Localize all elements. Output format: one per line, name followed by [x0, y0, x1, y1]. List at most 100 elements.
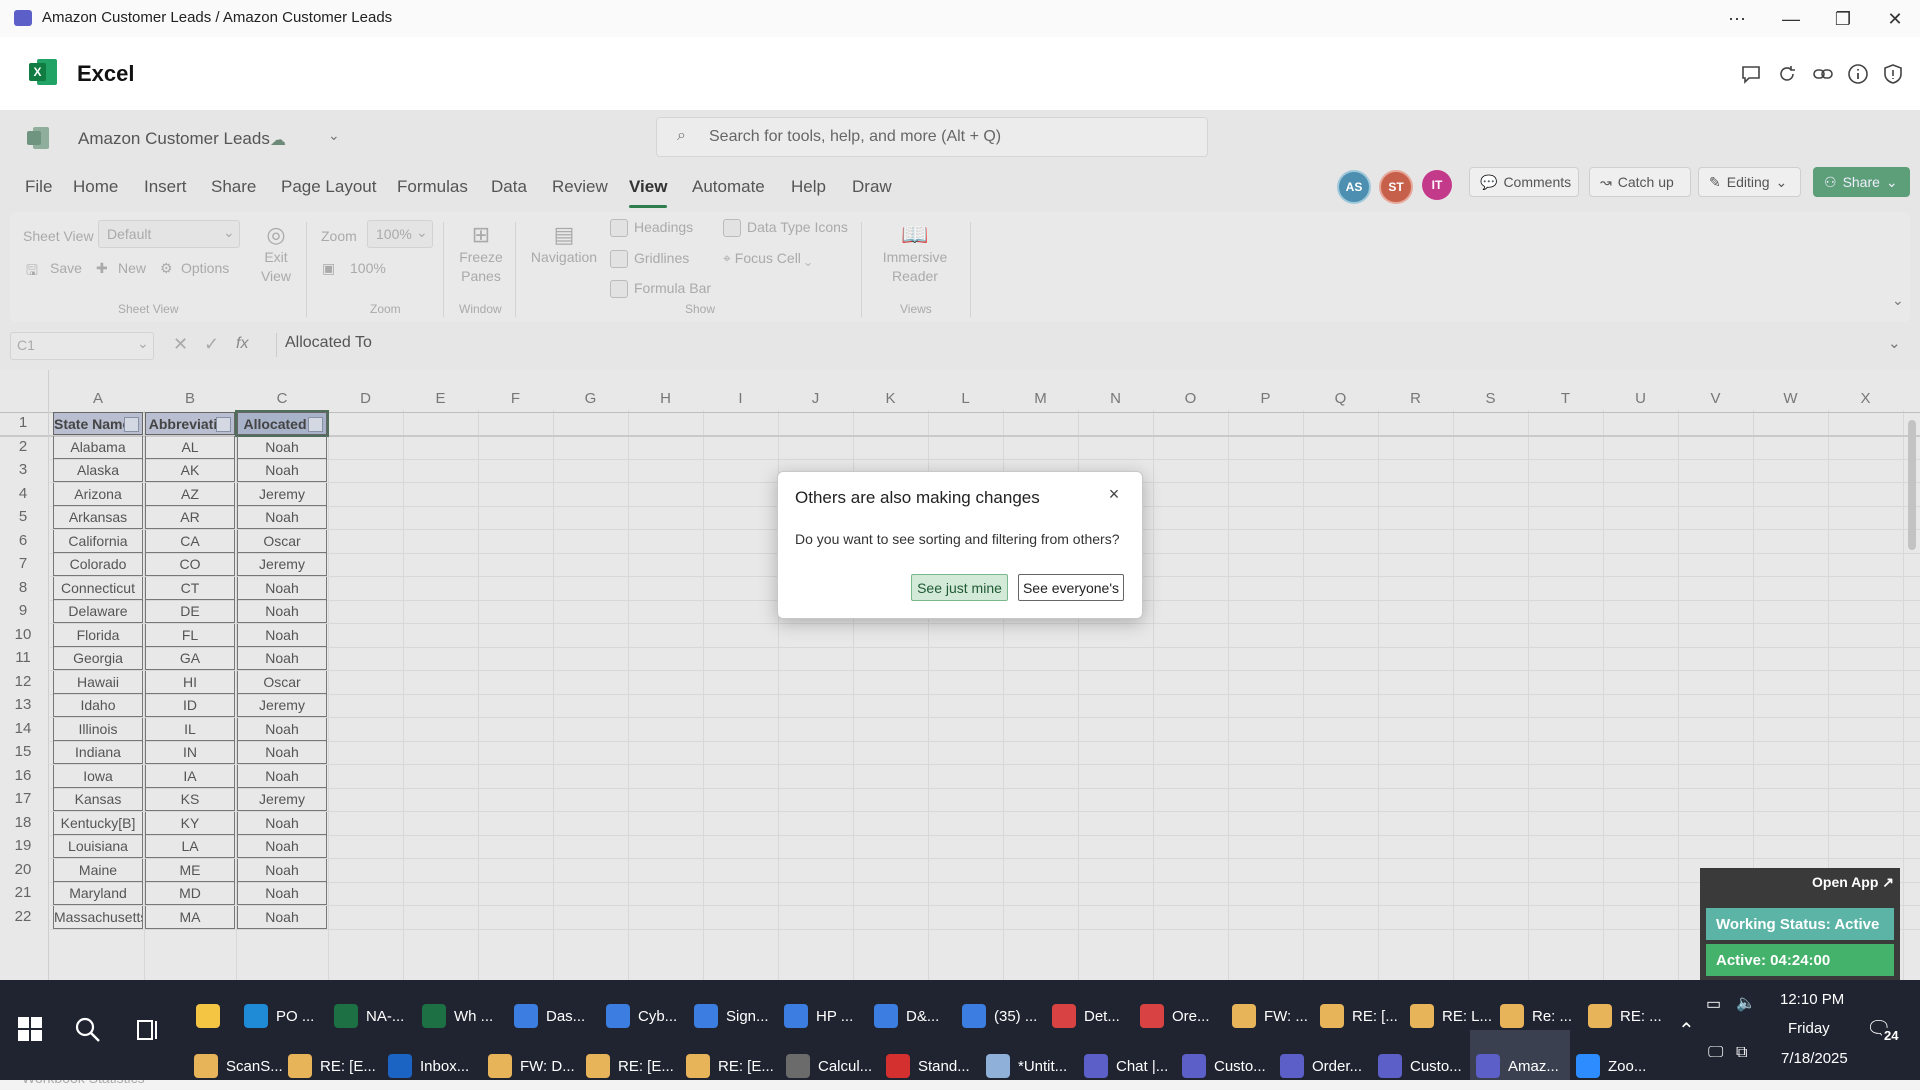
menu-automate[interactable]: Automate — [692, 177, 765, 197]
avatar[interactable]: AS — [1337, 170, 1371, 204]
volume-icon[interactable]: 🔈 — [1736, 993, 1756, 1013]
table-cell[interactable]: Noah — [237, 882, 327, 905]
row-header[interactable]: 16 — [0, 767, 46, 784]
taskbar-item[interactable] — [196, 996, 220, 1036]
gridlines-checkbox[interactable]: Gridlines — [610, 250, 689, 269]
row-header[interactable]: 14 — [0, 720, 46, 737]
table-cell[interactable]: Noah — [237, 459, 327, 482]
table-cell[interactable]: Alaska — [53, 459, 143, 482]
share-button[interactable]: ⚇ Share ⌄ — [1813, 167, 1910, 197]
clock-time[interactable]: 12:10 PM — [1780, 991, 1844, 1008]
taskbar-item[interactable]: Ore... — [1140, 996, 1210, 1036]
taskbar-item[interactable]: ScanS... — [194, 1046, 283, 1086]
column-header[interactable]: R — [1378, 390, 1453, 410]
taskbar-item[interactable]: Custo... — [1378, 1046, 1462, 1086]
row-header[interactable]: 13 — [0, 696, 46, 713]
catch-up-button[interactable]: ↝ Catch up — [1589, 167, 1691, 197]
table-cell[interactable]: Connecticut — [53, 576, 143, 600]
table-cell[interactable]: Illinois — [53, 717, 143, 741]
filter-dropdown-icon[interactable] — [216, 417, 231, 432]
focus-cell-button[interactable]: ⌖ Focus Cell ⌄ — [723, 250, 811, 267]
spreadsheet-grid[interactable]: ABCDEFGHIJKLMNOPQRSTUVWX 1 2 3 4 5 6 7 8 9 10 11 12… — [0, 370, 1920, 1010]
row-header[interactable]: 11 — [0, 649, 46, 666]
more-options-button[interactable]: ⋯ — [1722, 8, 1752, 30]
menu-insert[interactable]: Insert — [144, 177, 187, 197]
table-cell[interactable]: Noah — [237, 623, 327, 647]
table-cell[interactable]: Iowa — [53, 764, 143, 788]
avatar[interactable]: IT — [1422, 170, 1452, 200]
column-header[interactable]: H — [628, 390, 703, 410]
vertical-scrollbar[interactable] — [1908, 420, 1916, 550]
column-header[interactable]: P — [1228, 390, 1303, 410]
menu-share[interactable]: Share — [211, 177, 256, 197]
column-header[interactable]: F — [478, 390, 553, 410]
table-cell[interactable]: FL — [145, 623, 235, 647]
row-header[interactable]: 5 — [0, 508, 46, 525]
formula-bar-checkbox[interactable]: Formula Bar — [610, 280, 711, 299]
minimize-button[interactable]: — — [1776, 8, 1806, 30]
restore-button[interactable]: ❐ — [1828, 8, 1858, 30]
chevron-up-icon[interactable]: ⌃ — [1678, 1018, 1695, 1043]
new-view-button[interactable]: New — [118, 260, 146, 276]
taskbar-item[interactable]: Custo... — [1182, 1046, 1266, 1086]
column-header[interactable]: G — [553, 390, 628, 410]
table-cell[interactable]: Jeremy — [237, 694, 327, 717]
filter-dropdown-icon[interactable] — [308, 417, 323, 432]
table-cell[interactable]: DE — [145, 600, 235, 623]
table-header-cell[interactable]: Allocated — [235, 410, 329, 437]
column-header[interactable]: A — [52, 390, 144, 410]
save-view-button[interactable]: Save — [50, 260, 82, 276]
table-cell[interactable]: Jeremy — [237, 788, 327, 811]
taskbar-item[interactable]: Zoo... — [1576, 1046, 1646, 1086]
open-app-button[interactable]: Open App ↗ — [1812, 874, 1894, 891]
table-cell[interactable]: CO — [145, 553, 235, 576]
shield-icon[interactable] — [1882, 63, 1904, 85]
cancel-entry-icon[interactable]: ✕ — [173, 334, 188, 355]
taskbar-item[interactable]: Cyb... — [606, 996, 677, 1036]
table-cell[interactable]: KY — [145, 811, 235, 835]
column-header[interactable]: W — [1753, 390, 1828, 410]
menu-home[interactable]: Home — [73, 177, 118, 197]
refresh-icon[interactable] — [1776, 63, 1798, 85]
table-cell[interactable]: IA — [145, 764, 235, 788]
menu-formulas[interactable]: Formulas — [397, 177, 468, 197]
close-window-button[interactable]: ✕ — [1880, 8, 1910, 30]
row-header[interactable]: 8 — [0, 579, 46, 596]
menu-file[interactable]: File — [25, 177, 52, 197]
taskbar-item[interactable]: FW: ... — [1232, 996, 1308, 1036]
table-cell[interactable]: AK — [145, 459, 235, 482]
column-header[interactable]: B — [144, 390, 236, 410]
sheet-view-dropdown[interactable]: Default ⌄ — [98, 220, 240, 248]
row-header[interactable]: 12 — [0, 673, 46, 690]
taskbar-item[interactable]: PO ... — [244, 996, 314, 1036]
filter-dropdown-icon[interactable] — [124, 417, 139, 432]
freeze-panes-button[interactable]: ⊞ Freeze Panes — [458, 222, 504, 286]
name-box[interactable]: C1 ⌄ — [10, 332, 154, 360]
navigation-button[interactable]: ▤ Navigation — [527, 222, 601, 267]
taskbar-item[interactable]: HP ... — [784, 996, 853, 1036]
table-cell[interactable]: Noah — [237, 506, 327, 529]
row-header[interactable]: 1 — [0, 414, 46, 431]
column-header[interactable]: M — [1003, 390, 1078, 410]
column-header[interactable]: I — [703, 390, 778, 410]
search-icon[interactable] — [74, 1016, 102, 1044]
table-cell[interactable]: Florida — [53, 623, 143, 647]
table-cell[interactable]: Noah — [237, 811, 327, 835]
table-cell[interactable]: AR — [145, 506, 235, 529]
table-cell[interactable]: Delaware — [53, 600, 143, 623]
table-cell[interactable]: Hawaii — [53, 670, 143, 694]
column-header[interactable]: K — [853, 390, 928, 410]
table-cell[interactable]: CT — [145, 576, 235, 600]
table-cell[interactable]: Idaho — [53, 694, 143, 717]
table-cell[interactable]: Noah — [237, 647, 327, 670]
table-cell[interactable]: Kansas — [53, 788, 143, 811]
table-cell[interactable]: Oscar — [237, 529, 327, 553]
menu-review[interactable]: Review — [552, 177, 608, 197]
table-cell[interactable]: Noah — [237, 435, 327, 459]
table-header-cell[interactable]: State Name — [53, 412, 143, 435]
taskbar-item[interactable]: Amaz... — [1476, 1046, 1559, 1086]
taskbar-item[interactable]: Das... — [514, 996, 585, 1036]
row-header[interactable]: 19 — [0, 837, 46, 854]
table-cell[interactable]: CA — [145, 529, 235, 553]
table-cell[interactable]: Jeremy — [237, 482, 327, 506]
